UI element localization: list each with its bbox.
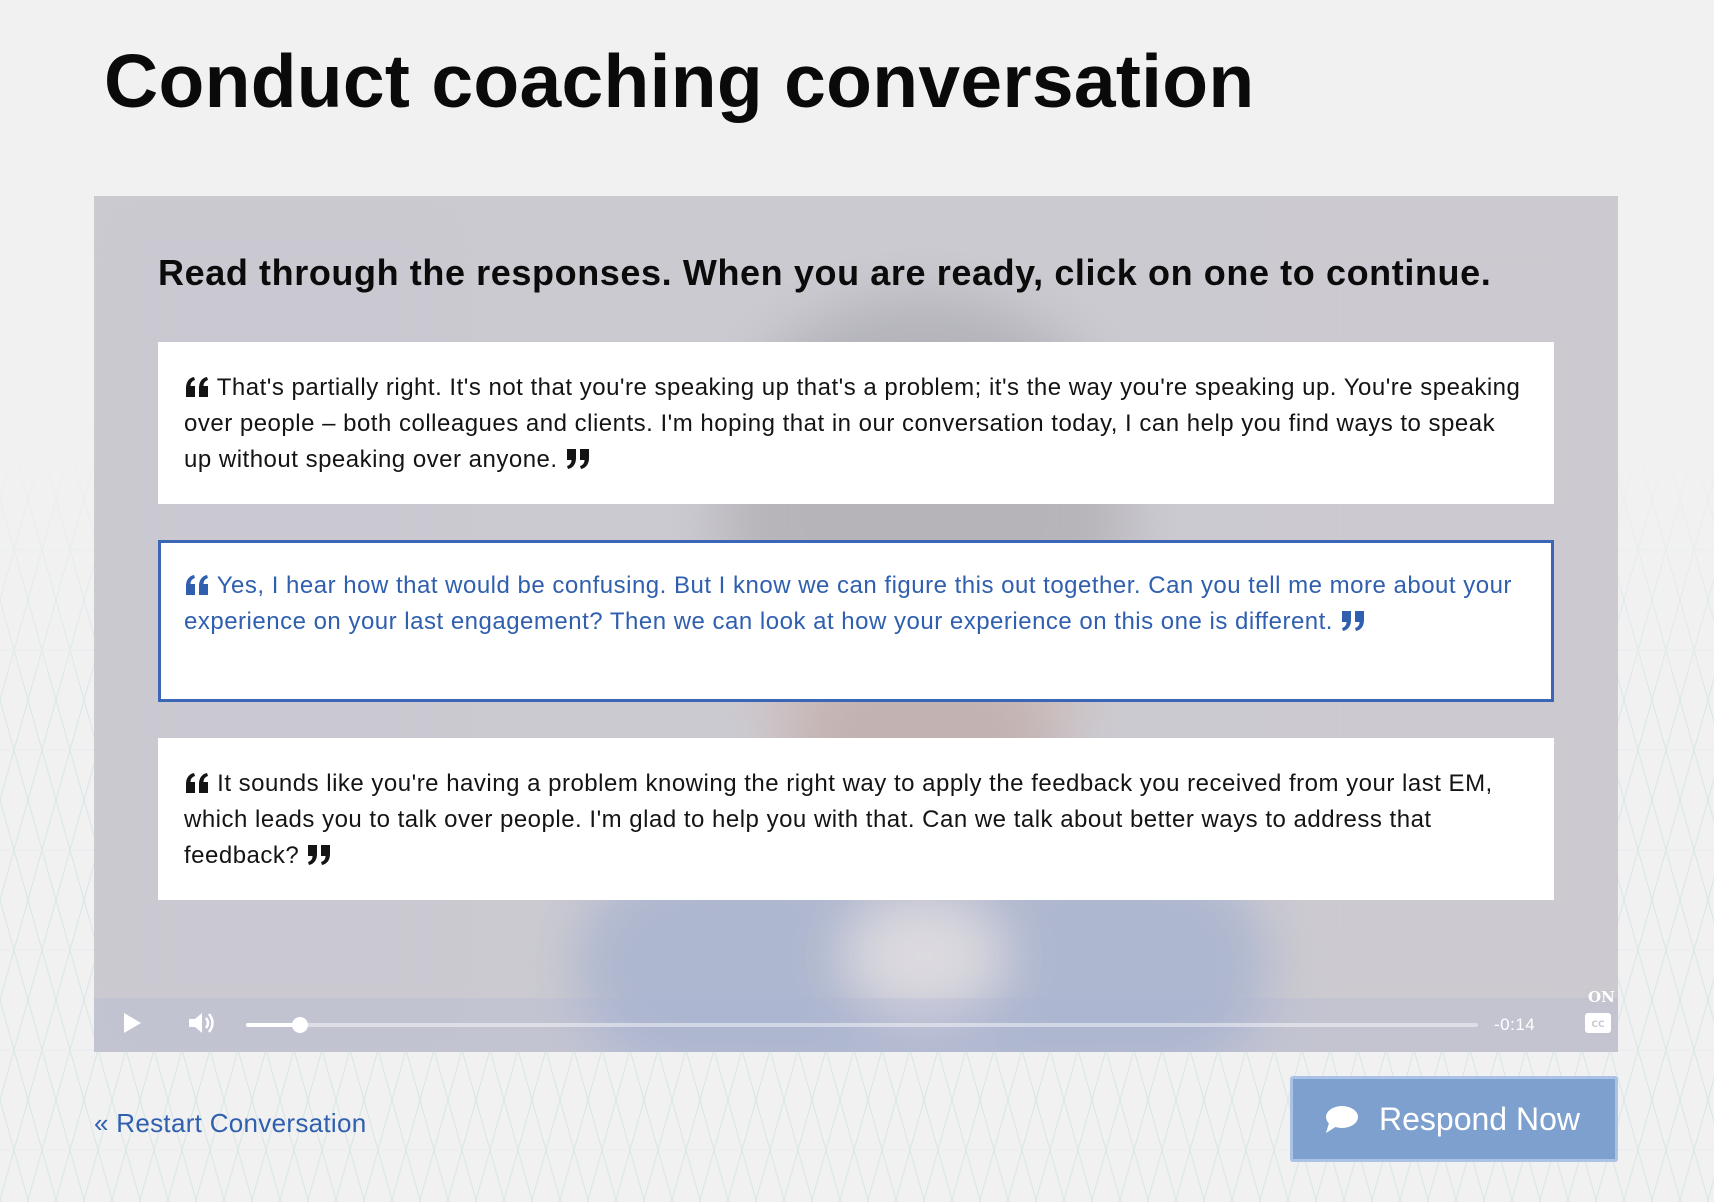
open-quote-icon bbox=[184, 370, 210, 406]
video-player[interactable]: Read through the responses. When you are… bbox=[94, 196, 1618, 1052]
respond-now-button[interactable]: Respond Now bbox=[1290, 1076, 1618, 1162]
response-text: It sounds like you're having a problem k… bbox=[184, 770, 1493, 869]
progress-handle[interactable] bbox=[292, 1017, 309, 1033]
time-remaining: -0:14 bbox=[1494, 1015, 1536, 1034]
play-icon bbox=[121, 1011, 143, 1040]
volume-button[interactable] bbox=[174, 998, 230, 1052]
response-option-3[interactable]: It sounds like you're having a problem k… bbox=[158, 738, 1554, 900]
close-quote-icon bbox=[1340, 604, 1366, 640]
response-text: Yes, I hear how that would be confusing.… bbox=[184, 572, 1512, 635]
response-text: That's partially right. It's not that yo… bbox=[184, 374, 1521, 473]
closed-captions-icon: CC bbox=[1584, 1012, 1612, 1039]
close-quote-icon bbox=[306, 838, 332, 874]
response-instructions: Read through the responses. When you are… bbox=[158, 252, 1492, 293]
progress-slider[interactable] bbox=[246, 1017, 1478, 1033]
captions-button[interactable]: CC bbox=[1576, 998, 1618, 1052]
respond-now-label: Respond Now bbox=[1379, 1100, 1580, 1137]
open-quote-icon bbox=[184, 568, 210, 604]
volume-icon bbox=[187, 1010, 217, 1041]
chat-bubble-icon bbox=[1323, 1104, 1359, 1134]
close-quote-icon bbox=[565, 442, 591, 478]
page-title: Conduct coaching conversation bbox=[104, 39, 1255, 123]
response-option-2[interactable]: Yes, I hear how that would be confusing.… bbox=[158, 540, 1554, 702]
response-option-1[interactable]: That's partially right. It's not that yo… bbox=[158, 342, 1554, 504]
play-button[interactable] bbox=[108, 998, 156, 1052]
restart-conversation-link[interactable]: « Restart Conversation bbox=[94, 1108, 367, 1139]
open-quote-icon bbox=[184, 766, 210, 802]
svg-text:CC: CC bbox=[1591, 1020, 1605, 1030]
video-control-bar: -0:14 ON CC bbox=[94, 988, 1618, 1052]
